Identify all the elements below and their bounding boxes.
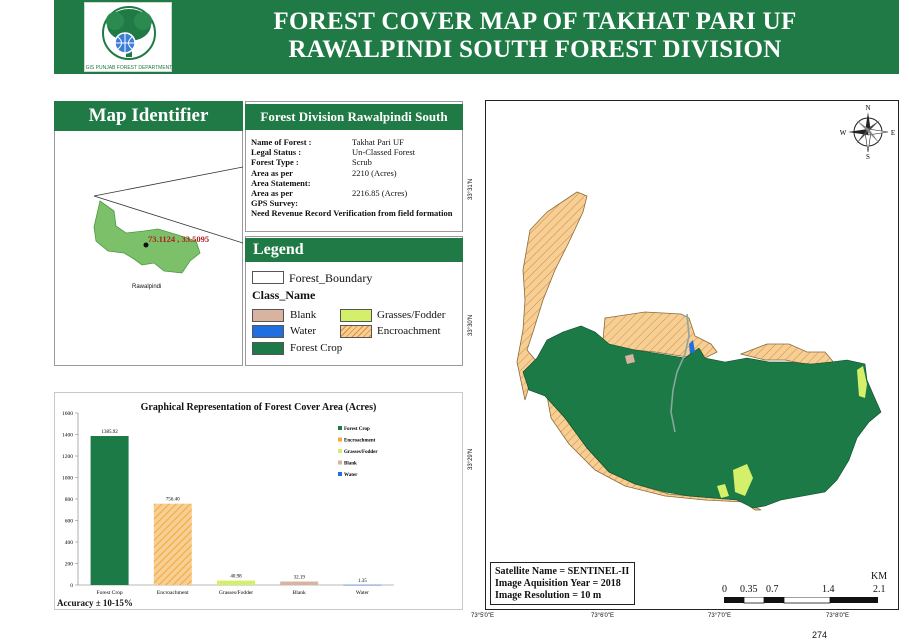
category-label: Blank <box>293 590 306 596</box>
bar <box>343 584 382 586</box>
info-value: 2216.85 (Acres) <box>352 188 408 198</box>
blank-swatch <box>252 309 284 322</box>
latitude-label: 33°30'N <box>468 314 474 336</box>
longitude-label: 73°6'0"E <box>591 613 615 619</box>
category-label: Water <box>356 590 369 596</box>
scale-unit: KM <box>871 571 888 582</box>
legend-heading: Legend <box>245 238 463 262</box>
info-label: Legal Status : <box>251 147 302 157</box>
info-value: Scrub <box>352 157 372 167</box>
forest-cover-map <box>516 191 882 511</box>
scale-label: 0 <box>722 584 727 595</box>
longitude-label: 73°8'0"E <box>826 613 850 619</box>
boundary-swatch <box>252 271 284 284</box>
info-label: Area as per <box>251 188 293 198</box>
boundary-label: Forest_Boundary <box>289 271 373 285</box>
scale-bar <box>724 597 878 604</box>
info-value: Takhat Pari UF <box>352 137 404 147</box>
verification-note: Need Revenue Record Verification from fi… <box>251 208 453 218</box>
bar-value-label: 40.98 <box>230 575 242 580</box>
info-value: 2210 (Acres) <box>352 168 397 178</box>
info-value: Un-Classed Forest <box>352 147 416 157</box>
bar <box>280 581 319 585</box>
y-tick-label: 200 <box>65 562 74 568</box>
west-letter: W <box>840 129 847 137</box>
page-number: 274 <box>812 630 828 640</box>
y-tick-label: 400 <box>65 540 74 546</box>
legend-entry: Blank <box>344 462 357 467</box>
district-label: Rawalpindi <box>132 284 161 290</box>
bar <box>153 503 192 585</box>
map-identifier-heading: Map Identifier <box>54 101 243 131</box>
legend-entry: Encroachment <box>344 439 376 444</box>
legend-entry: Grasses/Fodder <box>344 450 378 455</box>
legend-marker <box>338 472 342 476</box>
scale-label: 2.1 <box>873 584 886 595</box>
forest-department-logo: GIS PUNJAB FOREST DEPARTMENT <box>84 2 172 72</box>
logo-text: GIS PUNJAB FOREST DEPARTMENT <box>86 65 173 71</box>
legend-label: Water <box>290 325 316 337</box>
info-label: GPS Survey: <box>251 198 298 208</box>
north-letter: N <box>865 104 870 112</box>
y-tick-label: 1400 <box>62 433 73 439</box>
legend-entry: Forest Crop <box>344 427 370 432</box>
map-title-line1: FOREST COVER MAP OF TAKHAT PARI UF <box>273 8 797 35</box>
y-tick-label: 800 <box>65 497 74 503</box>
legend-label: Grasses/Fodder <box>377 309 446 321</box>
legend-label: Forest Crop <box>290 342 343 354</box>
category-label: Encroachment <box>157 590 189 596</box>
location-coordinates: 73.1124 , 33.5095 <box>148 234 209 244</box>
water-swatch <box>252 325 284 338</box>
y-tick-label: 1000 <box>62 476 73 482</box>
bar-value-label: 1385.92 <box>101 430 118 435</box>
legend-label: Blank <box>290 309 317 321</box>
compass-rose-icon: N S W E <box>840 104 895 160</box>
category-label: Grasses/Fodder <box>219 590 253 596</box>
legend-marker <box>338 460 342 465</box>
y-tick-label: 1600 <box>62 411 73 417</box>
accuracy-note: Accuracy ± 10-15% <box>57 598 133 608</box>
scale-label: 0.35 <box>740 584 758 595</box>
legend-label: Encroachment <box>377 325 441 337</box>
latitude-label: 33°31'N <box>468 178 474 200</box>
encroachment-swatch <box>340 325 372 338</box>
legend-entry: Water <box>344 473 358 478</box>
tree-globe-logo-icon: GIS PUNJAB FOREST DEPARTMENT <box>86 6 173 71</box>
forest-cover-bar-chart: 0 200 400 600 800 1000 1200 1400 1600 1385.92 Fore… <box>62 411 394 596</box>
locator-map: 73.1124 , 33.5095 Rawalpindi <box>93 166 243 290</box>
legend-marker <box>338 426 342 430</box>
legend-marker <box>338 449 342 453</box>
scale-label: 1.4 <box>822 584 835 595</box>
south-letter: S <box>866 153 870 160</box>
image-resolution: Image Resolution = 10 m <box>495 590 602 601</box>
forest-crop-swatch <box>252 342 284 355</box>
longitude-label: 73°7'0"E <box>708 613 732 619</box>
scale-label: 0.7 <box>766 584 779 595</box>
bar <box>217 580 255 585</box>
info-label: Area Statement: <box>251 178 311 188</box>
longitude-label: 73°5'0"E <box>471 613 495 619</box>
info-label: Area as per <box>251 168 293 178</box>
y-tick-label: 600 <box>65 519 74 525</box>
bar-value-label: 756.40 <box>166 498 180 503</box>
bar-value-label: 1.35 <box>358 579 367 584</box>
info-label: Forest Type : <box>251 157 299 167</box>
bar-value-label: 32.19 <box>294 576 306 581</box>
grasses-swatch <box>340 309 372 322</box>
y-tick-label: 0 <box>70 583 73 589</box>
east-letter: E <box>891 129 895 137</box>
latitude-label: 33°29'N <box>468 448 474 470</box>
map-title-line2: RAWALPINDI SOUTH FOREST DIVISION <box>288 36 782 63</box>
bar <box>90 436 129 585</box>
y-tick-label: 1200 <box>62 454 73 460</box>
category-label: Forest Crop <box>97 590 123 596</box>
info-label: Name of Forest : <box>251 137 312 147</box>
legend-marker <box>338 437 342 442</box>
forest-crop-area <box>522 325 882 509</box>
satellite-name: Satellite Name = SENTINEL-II <box>495 566 630 577</box>
class-title: Class_Name <box>252 288 316 302</box>
forest-division-heading: Forest Division Rawalpindi South <box>245 104 463 130</box>
acquisition-year: Image Aquisition Year = 2018 <box>495 578 621 589</box>
